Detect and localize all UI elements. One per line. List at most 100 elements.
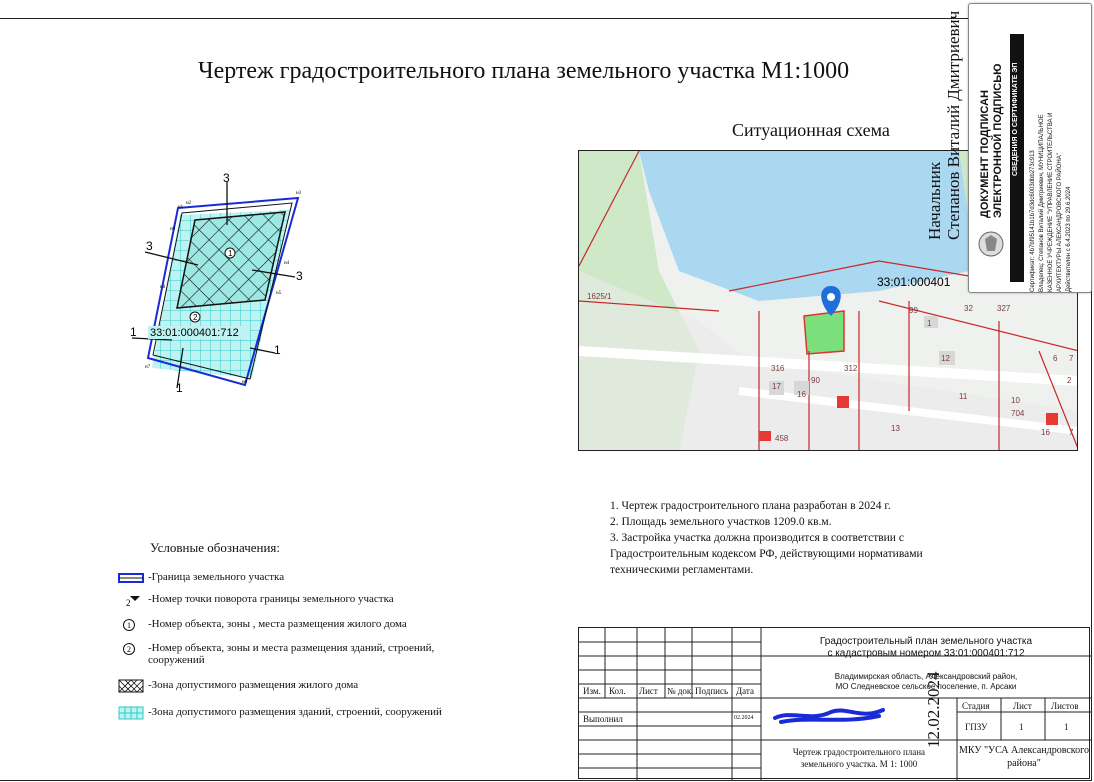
legend-label: -Граница земельного участка [148,571,285,583]
map-label: 99 [909,306,918,315]
point-label: н6 [242,380,248,385]
house-zone-number-icon: 1 [123,619,135,631]
crosshatch-zone-icon [118,679,144,693]
legend-item: -Зона допустимого размещения зданий, стр… [118,706,442,720]
section-mark: 1 [274,343,281,357]
legend-label: -Номер объекта, зоны и места размещения … [148,642,435,666]
map-label: 327 [997,304,1011,313]
map-label: 16 [797,390,806,399]
stamp-header: Подпись [695,686,729,696]
legend-label: -Зона допустимого размещения зданий, стр… [148,706,442,718]
map-label: 13 [891,424,900,433]
stamp-performed-date: 02.2024 [734,715,754,721]
signer-name: Степанов Виталий Дмитриевич [944,10,963,240]
e-sign-valid: Действителен с 6.4.2023 по 29.6.2024 [1066,186,1072,292]
legend-item: 1 -Номер объекта, зоны , места размещени… [118,618,407,632]
cadastral-number: 33:01:000401:712 [150,327,239,339]
zone-number: 1 [228,249,233,258]
section-mark: 3 [223,171,230,185]
e-sign-org: АРХИТЕКТУРЫ АЛЕКСАНДРОВСКОГО РАЙОНА" [1057,153,1063,292]
e-sign-org: КАЗЕННОЕ УЧРЕЖДЕНИЕ "УПРАВЛЕНИЕ СТРОИТЕЛ… [1048,112,1054,292]
legend-item: 2 -Номер объекта, зоны и места размещени… [118,642,478,666]
e-signature-badge: ДОКУМЕНТ ПОДПИСАН ЭЛЕКТРОННОЙ ПОДПИСЬЮ С… [968,3,1092,293]
legend-label: -Номер точки поворота границы земельного… [148,593,394,605]
signature-date: 12.02.2024 [924,671,943,749]
note-line: техническими регламентами. [610,564,754,576]
situation-scheme-title: Ситуационная схема [732,120,890,140]
map-label: 1 [927,319,932,328]
stamp-header: Кол. [609,686,626,696]
map-parcel-label: 33:01:000401 [877,275,951,289]
point-label: н8 [160,285,166,290]
e-sign-line1: ДОКУМЕНТ ПОДПИСАН [979,90,991,218]
stamp-sheets-header: Листов [1051,701,1079,711]
map-label: 312 [844,364,858,373]
note-line: Градостроительным кодексом РФ, действующ… [610,548,923,560]
building-zone-number-icon: 2 [123,643,135,655]
legend-icon-label: 1 [127,621,131,630]
note-line: 3. Застройка участка должна производится… [610,532,904,544]
map-label: 1625/1 [587,292,612,301]
e-sign-cert: Сертификат: 4b7bf95141b1b7d3dc6003dbb273… [1030,150,1036,292]
map-label: 90 [811,376,820,385]
stamp-doc-title: Градостроительный план земельного участк… [819,636,1033,647]
stamp-sheets: 1 [1064,722,1069,732]
legend-item: 2 -Номер точки поворота границы земельно… [118,593,394,607]
stamp-header: № док. [667,686,694,696]
legend-item: -Граница земельного участка [118,571,284,585]
section-mark: 3 [146,239,153,253]
map-label: 7 [1069,428,1074,437]
legend-title: Условные обозначения: [150,540,281,555]
stamp-performed: Выполнил [583,714,623,724]
stamp-doc-title: с кадастровым номером 33:01:000401:712 [827,648,1025,659]
handwritten-signature [773,708,885,724]
zone-number: 2 [193,313,198,322]
map-label: 7 [1069,354,1074,363]
note-line: 1. Чертеж градостроительного плана разра… [610,500,891,512]
stamp-drawing-title: земельного участка. М 1: 1000 [800,759,918,769]
e-sign-cert-heading: СВЕДЕНИЯ О СЕРТИФИКАТЕ ЭП [1012,62,1019,176]
map-label: 704 [1011,409,1025,418]
grid-zone-icon [118,706,144,720]
legend-label: -Зона допустимого размещения жилого дома [148,679,359,691]
map-label: 6 [1053,354,1058,363]
point-label: н9 [170,227,176,232]
stamp-sheet: 1 [1019,722,1024,732]
section-mark: 3 [296,269,303,283]
legend-item: -Зона допустимого размещения жилого дома [118,679,358,693]
map-label: 2 [1067,376,1072,385]
page-title: Чертеж градостроительного плана земельно… [198,58,850,84]
map-label: 11 [959,392,968,401]
coat-of-arms-icon [977,229,1005,259]
point-label: н4 [284,261,290,266]
map-label: 16 [1041,428,1050,437]
title-block: Изм. Кол. Лист № док. Подпись Дата Выпол… [578,627,1091,780]
stamp-stage-header: Стадия [962,701,990,711]
map-label: 316 [771,364,785,373]
turn-point-icon: 2 [126,596,140,607]
note-line: 2. Площадь земельного участков 1209.0 кв… [610,516,832,528]
boundary-line-icon [118,573,144,583]
e-sign-line2: ЭЛЕКТРОННОЙ ПОДПИСЬЮ [992,63,1004,218]
stamp-header: Лист [639,686,658,696]
legend-icon-label: 2 [126,598,131,607]
section-mark: 1 [130,325,137,339]
signer-position: Начальник [925,161,944,240]
point-label: н5 [276,291,282,296]
notes: 1. Чертеж градостроительного плана разра… [610,498,980,578]
stamp-stage: ГПЗУ [965,722,988,732]
parcel-plan: 3 3 3 1 1 1 1 2 33:01:000401:712 н1 н2 н… [130,171,303,395]
legend-icon-label: 2 [127,645,131,654]
stamp-org: МКУ "УСА Александровского [959,745,1089,756]
point-label: н2 [186,201,192,206]
map-label: 32 [964,304,973,313]
stamp-header: Изм. [583,686,601,696]
point-label: н7 [145,365,151,370]
point-label: н3 [296,191,302,196]
map-label: 17 [772,382,781,391]
map-label: 10 [1011,396,1020,405]
legend-label: -Номер объекта, зоны , места размещения … [148,618,407,630]
map-label: 458 [775,434,789,443]
signer-block: Начальник Степанов Виталий Дмитриевич [925,11,963,240]
map-label: 12 [941,354,950,363]
